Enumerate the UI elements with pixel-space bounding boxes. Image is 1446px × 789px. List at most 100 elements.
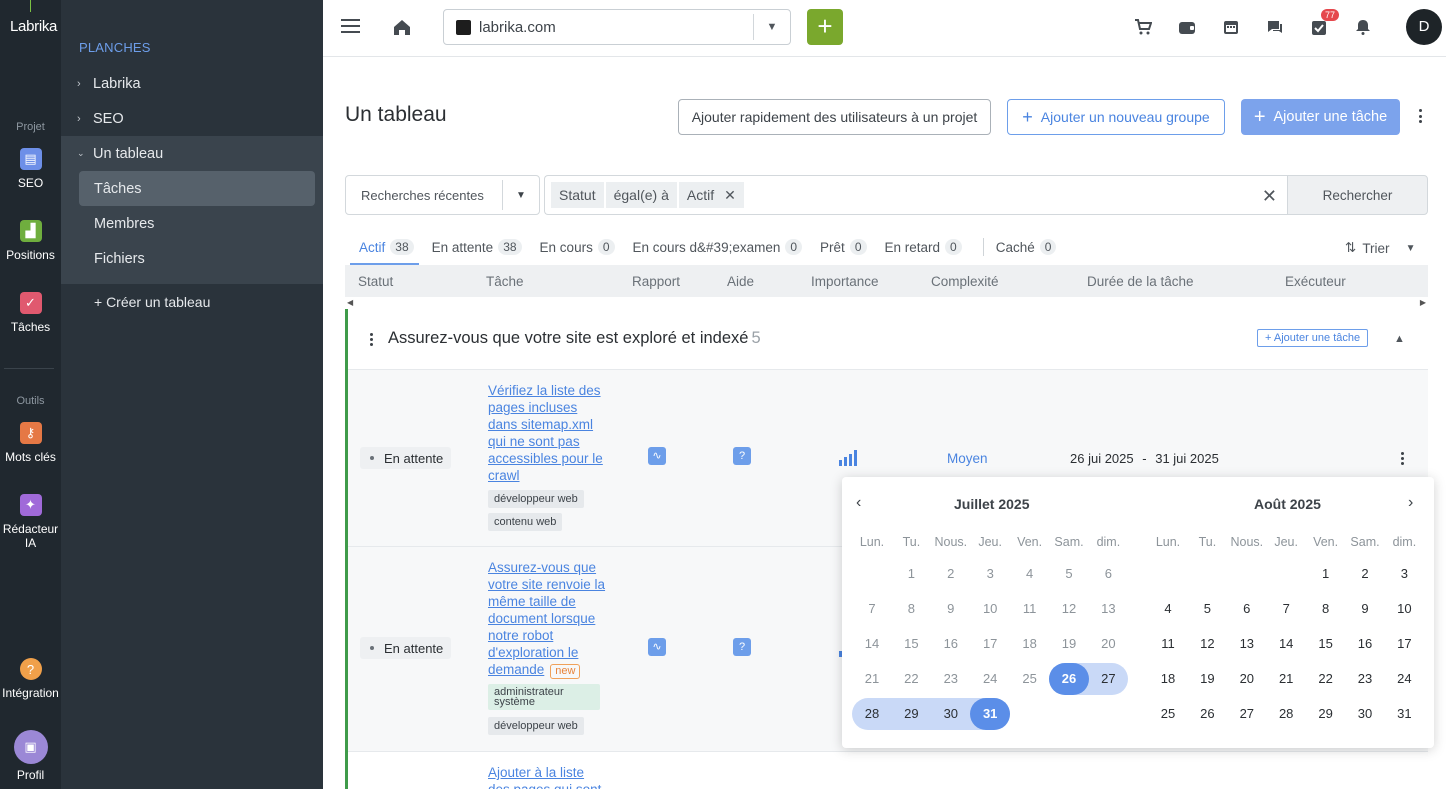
calendar-day[interactable]: 2	[931, 557, 971, 591]
calendar-day[interactable]: 5	[1187, 592, 1227, 626]
calendar-day[interactable]: 31	[970, 698, 1011, 730]
column-complexite[interactable]: Complexité	[931, 274, 999, 289]
sidebar-item-seo[interactable]: › SEO	[61, 101, 323, 136]
site-selector[interactable]: labrika.com ▼	[443, 9, 791, 45]
rail-item-redacteur[interactable]: ✦ Rédacteur IA	[0, 494, 61, 550]
calendar-day[interactable]: 7	[852, 592, 892, 626]
calendar-day[interactable]: 4	[1148, 592, 1188, 626]
calendar-day[interactable]: 16	[931, 627, 971, 661]
rail-item-integration[interactable]: ? Intégration	[0, 658, 61, 700]
calendar-day[interactable]: 20	[1227, 662, 1267, 696]
sort-control[interactable]: ⇅ Trier ▼	[1345, 240, 1415, 256]
quick-add-users-button[interactable]: Ajouter rapidement des utilisateurs à un…	[678, 99, 991, 135]
scroll-left-icon[interactable]: ◀	[347, 298, 353, 307]
calendar-day[interactable]: 9	[931, 592, 971, 626]
rail-item-mots-cles[interactable]: ⚷ Mots clés	[0, 422, 61, 464]
calendar-day[interactable]: 28	[852, 697, 892, 731]
calendar-day[interactable]: 26	[1049, 663, 1089, 695]
add-button[interactable]: +	[807, 9, 843, 45]
calendar-day[interactable]: 28	[1266, 697, 1306, 731]
column-aide[interactable]: Aide	[727, 274, 754, 289]
task-link[interactable]: Ajouter à la liste des pages qui sont	[488, 764, 606, 789]
report-icon[interactable]: ∿	[648, 638, 666, 656]
close-icon[interactable]: ✕	[724, 187, 736, 204]
calendar-day[interactable]: 9	[1345, 592, 1385, 626]
chat-icon[interactable]	[1264, 16, 1286, 38]
app-logo[interactable]: Labrika	[10, 18, 57, 35]
user-avatar[interactable]: D	[1406, 9, 1442, 45]
calendar-day[interactable]: 30	[1345, 697, 1385, 731]
calendar-day[interactable]: 14	[852, 627, 892, 661]
report-icon[interactable]: ∿	[648, 447, 666, 465]
sidebar-item-un-tableau[interactable]: ⌄ Un tableau	[61, 136, 323, 171]
help-icon[interactable]: ?	[733, 447, 751, 465]
calendar-day[interactable]: 7	[1266, 592, 1306, 626]
calendar-day[interactable]: 29	[1306, 697, 1346, 731]
calendar-day[interactable]: 1	[891, 557, 931, 591]
home-icon[interactable]	[391, 16, 413, 38]
column-rapport[interactable]: Rapport	[632, 274, 680, 289]
search-button[interactable]: Rechercher	[1287, 175, 1428, 215]
calendar-day[interactable]: 13	[1227, 627, 1267, 661]
task-duration[interactable]: 26 jui 2025 - 31 jui 2025	[1070, 451, 1219, 466]
calendar-day[interactable]: 2	[1345, 557, 1385, 591]
calendar-day[interactable]: 15	[891, 627, 931, 661]
calendar-day[interactable]: 15	[1306, 627, 1346, 661]
tab-actif[interactable]: Actif 38	[350, 236, 423, 258]
calendar-day[interactable]: 19	[1187, 662, 1227, 696]
calendar-day[interactable]: 22	[891, 662, 931, 696]
sidebar-sub-fichiers[interactable]: Fichiers	[79, 241, 315, 276]
calendar-day[interactable]: 27	[1227, 697, 1267, 731]
filter-chip-operator[interactable]: égal(e) à	[605, 182, 677, 208]
calendar-day[interactable]: 5	[1049, 557, 1089, 591]
calendar-day[interactable]: 8	[1306, 592, 1346, 626]
status-badge[interactable]: En attente	[360, 447, 452, 469]
chevron-right-icon[interactable]: ›	[1408, 494, 1413, 512]
column-duree[interactable]: Durée de la tâche	[1087, 274, 1194, 289]
calendar-day[interactable]: 6	[1227, 592, 1267, 626]
caret-down-icon[interactable]: ▼	[754, 21, 790, 33]
calendar-day[interactable]: 23	[931, 662, 971, 696]
filter-chip-value[interactable]: Actif ✕	[678, 182, 744, 208]
sidebar-sub-taches[interactable]: Tâches	[79, 171, 315, 206]
calendar-day[interactable]: 24	[1384, 662, 1424, 696]
sidebar-sub-membres[interactable]: Membres	[79, 206, 315, 241]
calendar-day[interactable]: 25	[1010, 662, 1050, 696]
create-board-link[interactable]: + Créer un tableau	[61, 284, 323, 319]
add-group-button[interactable]: + Ajouter un nouveau groupe	[1007, 99, 1225, 135]
calendar-day[interactable]: 18	[1148, 662, 1188, 696]
scroll-right-icon[interactable]: ▶	[1420, 298, 1426, 307]
task-link[interactable]: Vérifiez la liste des pages incluses dan…	[488, 382, 606, 484]
column-statut[interactable]: Statut	[358, 274, 393, 289]
calendar-day[interactable]: 23	[1345, 662, 1385, 696]
horizontal-scrollbar[interactable]: ◀ ▶	[345, 297, 1428, 309]
calendar-day[interactable]: 8	[891, 592, 931, 626]
tab-pret[interactable]: Prêt 0	[811, 236, 875, 258]
calendar-day[interactable]: 30	[931, 697, 971, 731]
calendar-day[interactable]: 13	[1088, 592, 1128, 626]
rail-item-taches[interactable]: ✓ Tâches	[0, 292, 61, 334]
calendar-day[interactable]: 18	[1010, 627, 1050, 661]
calendar-day[interactable]: 11	[1148, 627, 1188, 661]
calendar-day[interactable]: 22	[1306, 662, 1346, 696]
column-executeur[interactable]: Exécuteur	[1285, 274, 1346, 289]
collapse-icon[interactable]: ▲	[1394, 333, 1405, 345]
calendar-day[interactable]: 19	[1049, 627, 1089, 661]
rail-item-seo[interactable]: ▤ SEO	[0, 148, 61, 190]
status-badge[interactable]: En attente	[360, 637, 452, 659]
calendar-day[interactable]: 1	[1306, 557, 1346, 591]
tab-en-cours-examen[interactable]: En cours d&#39;examen 0	[624, 236, 812, 258]
calendar-day[interactable]: 26	[1187, 697, 1227, 731]
calendar-day[interactable]: 14	[1266, 627, 1306, 661]
calendar-day[interactable]: 31	[1384, 697, 1424, 731]
sidebar-item-labrika[interactable]: › Labrika	[61, 66, 323, 101]
tab-en-retard[interactable]: En retard 0	[876, 236, 971, 258]
calendar-day[interactable]: 12	[1049, 592, 1089, 626]
row-menu-icon[interactable]	[1401, 452, 1404, 467]
tab-en-attente[interactable]: En attente 38	[423, 236, 531, 258]
calendar-day[interactable]: 21	[1266, 662, 1306, 696]
column-tache[interactable]: Tâche	[486, 274, 524, 289]
calendar-day[interactable]: 11	[1010, 592, 1050, 626]
rail-item-profil[interactable]: ▣ Profil	[0, 730, 61, 782]
task-link[interactable]: Assurez-vous que votre site renvoie la m…	[488, 559, 606, 679]
